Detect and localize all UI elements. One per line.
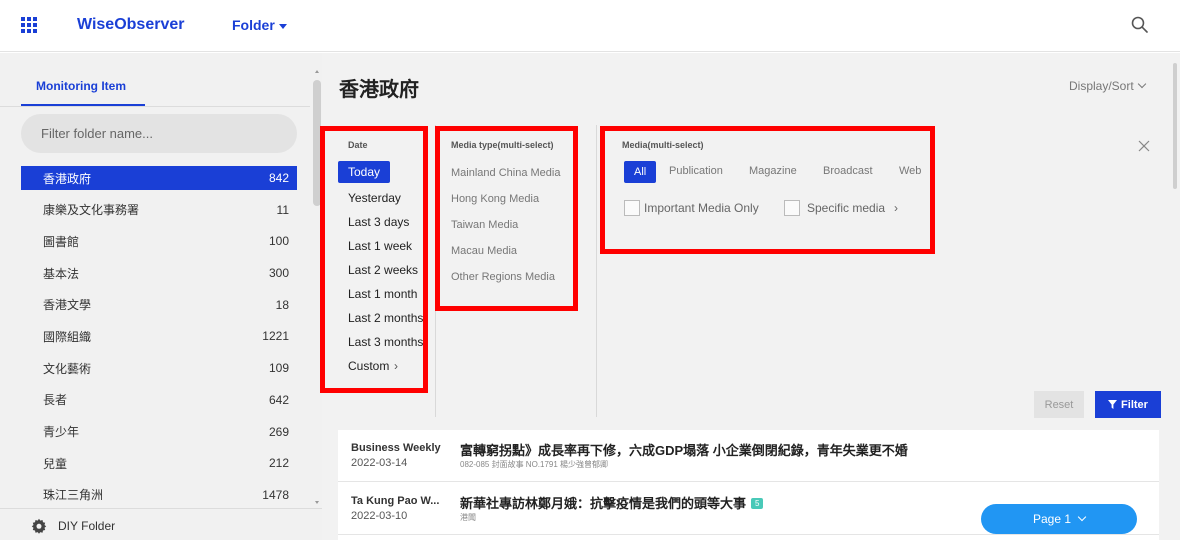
- column-divider: [596, 125, 597, 417]
- result-subinfo: 082-085 封面故事 NO.1791 楊少強曾郁卿: [460, 460, 609, 469]
- folder-item-count: 11: [276, 202, 289, 217]
- result-source: Business Weekly: [351, 442, 441, 454]
- folder-item-label: 圖書館: [43, 234, 80, 249]
- folder-item-count: 269: [268, 424, 289, 439]
- folder-item[interactable]: 文化藝術 109: [21, 356, 297, 380]
- folder-item-count: 18: [275, 297, 289, 312]
- folder-item-label: 康樂及文化事務署: [43, 203, 140, 218]
- folder-item[interactable]: 國際組織 1221: [21, 324, 297, 348]
- reset-button[interactable]: Reset: [1034, 391, 1084, 418]
- search-icon[interactable]: [1130, 15, 1150, 35]
- page-selector-button[interactable]: Page 1: [981, 504, 1137, 534]
- apps-grid-icon[interactable]: [21, 17, 37, 33]
- result-date: 2022-03-14: [351, 457, 408, 469]
- diy-folder-label: DIY Folder: [58, 519, 116, 533]
- brand-logo[interactable]: WiseObserver: [77, 16, 184, 34]
- folder-item-count: 109: [268, 361, 289, 376]
- result-subinfo: 港聞: [460, 513, 476, 522]
- folder-item-label: 珠江三角洲: [43, 488, 104, 503]
- folder-menu-label: Folder: [232, 17, 275, 33]
- tab-monitoring-item[interactable]: Monitoring Item: [36, 79, 126, 93]
- result-source: Ta Kung Pao W...: [351, 495, 440, 507]
- folder-item-label: 國際組織: [43, 329, 92, 344]
- media-type-highlight-box: [435, 126, 578, 311]
- folder-item-count: 300: [268, 266, 289, 281]
- sidebar: Monitoring Item 香港政府 842 康樂及文化事務署 11 圖書館 100 基…: [0, 53, 330, 540]
- diy-folder-button[interactable]: DIY Folder: [0, 508, 322, 540]
- filter-button[interactable]: Filter: [1095, 391, 1161, 418]
- folder-item[interactable]: 香港文學 18: [21, 293, 297, 317]
- top-bar: WiseObserver Folder: [0, 0, 1180, 52]
- divider: [0, 106, 310, 107]
- display-sort-label: Display/Sort: [1069, 79, 1134, 93]
- result-headline[interactable]: 新華社專訪林鄭月娥：抗擊疫情是我們的頭等大事 5: [460, 493, 764, 512]
- result-headline-text: 新華社專訪林鄭月娥：抗擊疫情是我們的頭等大事: [460, 496, 747, 511]
- folder-item[interactable]: 康樂及文化事務署 11: [21, 198, 297, 222]
- result-headline[interactable]: 富轉窮拐點》成長率再下修，六成GDP塌落 小企業倒閉紀錄，青年失業更不婚: [460, 440, 908, 459]
- folder-item[interactable]: 兒童 212: [21, 451, 297, 475]
- folder-item[interactable]: 圖書館 100: [21, 229, 297, 253]
- folder-item-label: 香港政府: [43, 171, 92, 186]
- folder-item-count: 1478: [262, 487, 289, 502]
- folder-item-count: 212: [268, 456, 289, 471]
- folder-item-label: 兒童: [43, 456, 68, 471]
- chevron-down-icon: [1077, 512, 1087, 522]
- folder-item[interactable]: 基本法 300: [21, 261, 297, 285]
- folder-item[interactable]: 香港政府 842: [21, 166, 297, 190]
- folder-item-label: 文化藝術: [43, 361, 92, 376]
- folder-item-count: 642: [268, 392, 289, 407]
- folder-item-label: 基本法: [43, 266, 80, 281]
- main-scroll-thumb[interactable]: [1173, 63, 1177, 189]
- chevron-down-icon: [1137, 79, 1146, 89]
- count-badge: 5: [751, 498, 764, 509]
- folder-item-label: 長者: [43, 393, 68, 408]
- folder-item-count: 1221: [262, 329, 289, 344]
- folder-item-count: 100: [268, 234, 289, 249]
- page-selector-label: Page 1: [1032, 512, 1072, 526]
- folder-item[interactable]: 珠江三角洲 1478: [21, 483, 297, 507]
- date-highlight-box: [320, 126, 428, 393]
- result-date: 2022-03-10: [351, 510, 408, 522]
- folder-menu[interactable]: Folder: [232, 17, 287, 33]
- folder-item[interactable]: 青少年 269: [21, 420, 297, 444]
- folder-item-label: 青少年: [43, 425, 80, 439]
- result-row[interactable]: Business Weekly 2022-03-14 富轉窮拐點》成長率再下修，…: [338, 430, 1159, 482]
- caret-down-icon: [278, 23, 287, 29]
- main-panel: 香港政府 Display/Sort Date Today Yesterday Las…: [320, 53, 1180, 540]
- close-icon[interactable]: [1138, 140, 1150, 152]
- folder-list: 香港政府 842 康樂及文化事務署 11 圖書館 100 基本法 300 香港文學 18 國際組織 1…: [21, 166, 297, 515]
- funnel-icon: [1108, 400, 1118, 409]
- filter-folder-input[interactable]: [21, 114, 297, 153]
- media-highlight-box: [600, 126, 935, 254]
- filter-button-label: Filter: [1121, 398, 1148, 411]
- display-sort-menu[interactable]: Display/Sort: [1069, 79, 1146, 93]
- gear-icon: [31, 518, 47, 534]
- page-title: 香港政府: [339, 79, 419, 101]
- folder-item-label: 香港文學: [43, 298, 92, 313]
- folder-item[interactable]: 長者 642: [21, 388, 297, 412]
- folder-item-count: 842: [268, 171, 289, 185]
